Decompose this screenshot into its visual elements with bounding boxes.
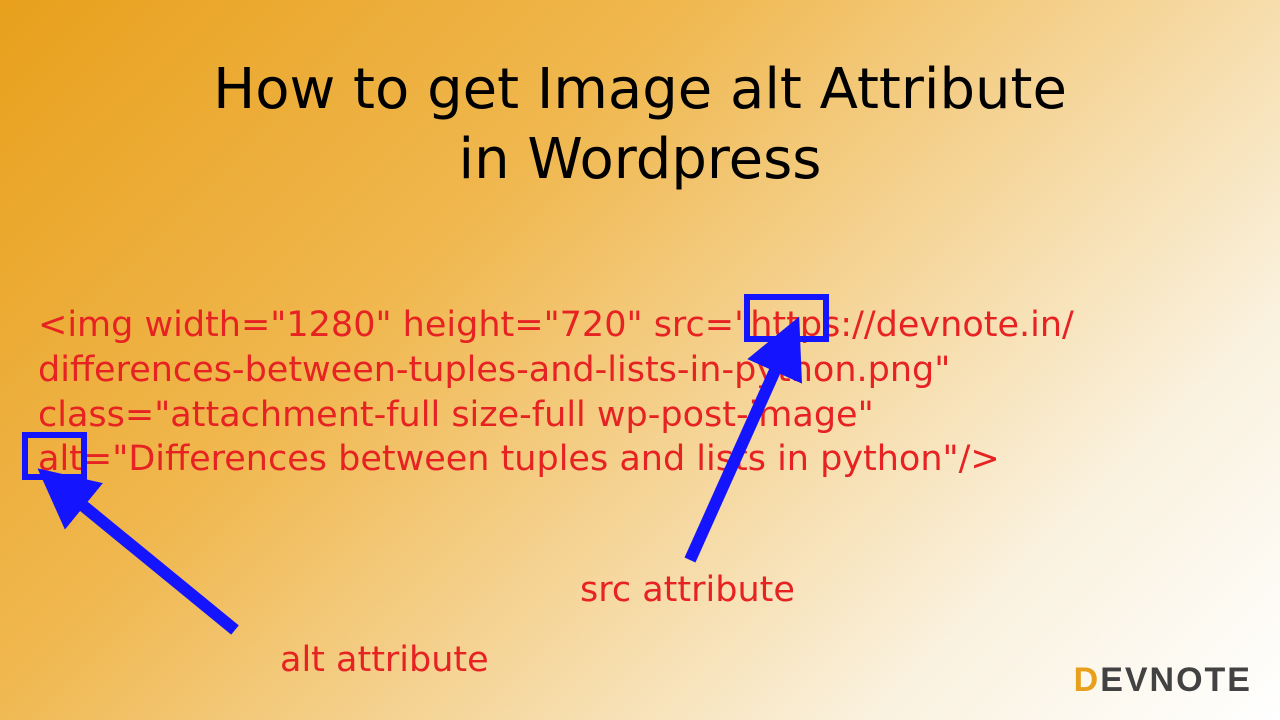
- brand-d: D: [1074, 661, 1101, 699]
- brand-logo: DEVNOTE: [1074, 661, 1252, 700]
- highlight-box-alt: [22, 432, 87, 480]
- label-alt-attribute: alt attribute: [280, 640, 489, 680]
- label-src-attribute: src attribute: [580, 570, 795, 610]
- code-sample: <img width="1280" height="720" src="http…: [38, 303, 1242, 482]
- highlight-box-src: [744, 294, 829, 342]
- page-title: How to get Image alt Attribute in Wordpr…: [0, 55, 1280, 195]
- title-line-2: in Wordpress: [459, 127, 822, 192]
- arrow-alt-icon: [70, 495, 235, 630]
- brand-rest: EVNOTE: [1100, 661, 1252, 699]
- title-line-1: How to get Image alt Attribute: [213, 57, 1067, 122]
